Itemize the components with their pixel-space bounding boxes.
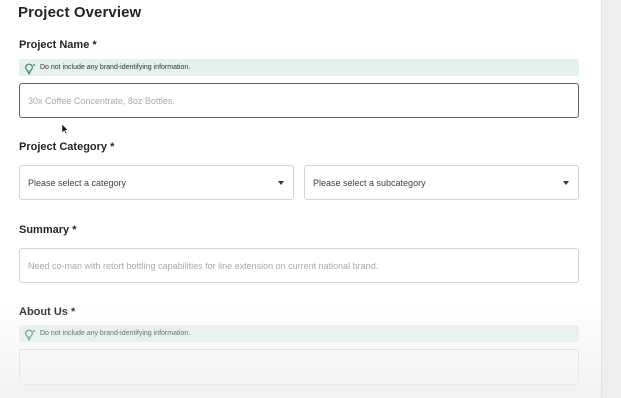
summary-label: Summary * [19, 224, 77, 236]
chevron-down-icon [278, 180, 284, 185]
hint-text: Do not include any brand-identifying inf… [40, 330, 191, 337]
lightbulb-icon [24, 328, 36, 340]
project-name-label: Project Name * [19, 39, 97, 51]
hint-text: Do not include any brand-identifying inf… [40, 64, 191, 71]
section-title: Project Overview [18, 4, 142, 21]
about-us-label: About Us * [19, 306, 76, 318]
about-us-hint: Do not include any brand-identifying inf… [19, 325, 579, 342]
subcategory-select-value: Please select a subcategory [313, 177, 426, 188]
project-name-hint: Do not include any brand-identifying inf… [19, 59, 579, 76]
category-select-value: Please select a category [28, 177, 127, 188]
lightbulb-icon [24, 62, 36, 74]
project-name-input[interactable] [19, 83, 579, 118]
chevron-down-icon [563, 180, 569, 185]
window-edge [601, 0, 621, 398]
about-us-textarea[interactable] [19, 349, 579, 385]
project-category-label: Project Category * [19, 141, 115, 153]
mouse-cursor-icon [61, 122, 69, 135]
summary-input[interactable] [19, 248, 579, 283]
project-overview-form: Project Overview Project Name * Do not i… [0, 0, 621, 398]
subcategory-select[interactable]: Please select a subcategory [304, 165, 579, 200]
category-select[interactable]: Please select a category [19, 165, 294, 200]
